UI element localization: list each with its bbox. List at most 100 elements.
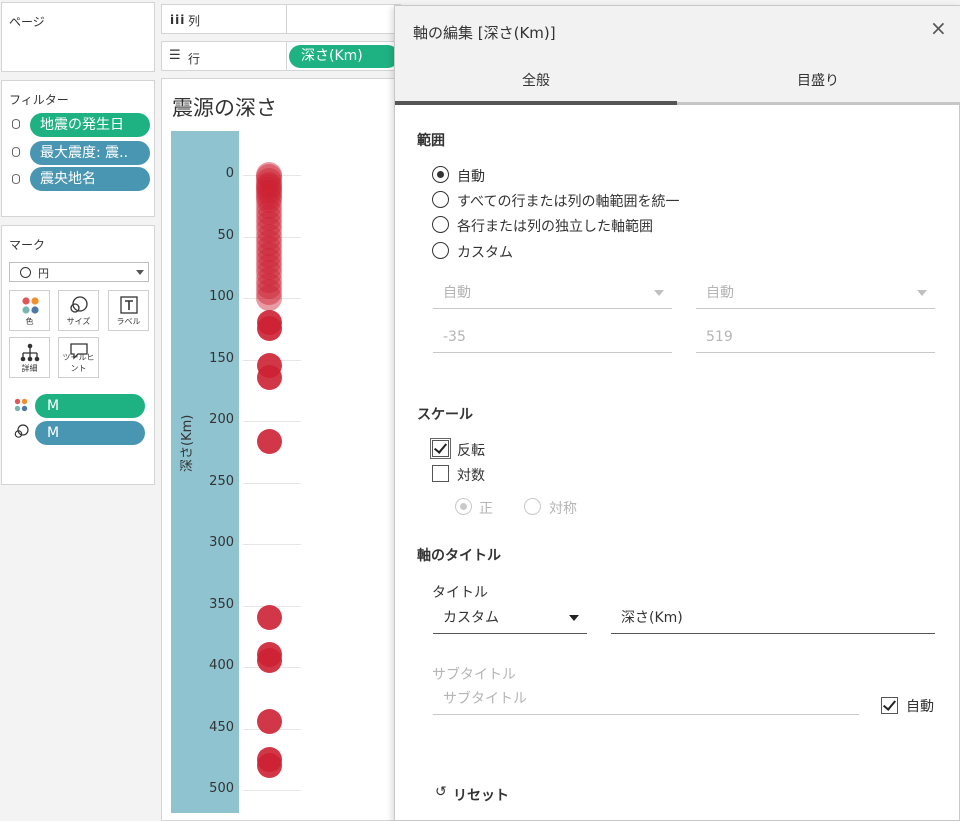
rows-field-pill[interactable]: 深さ(Km)	[289, 45, 399, 68]
text-label-icon	[120, 296, 138, 314]
data-point[interactable]	[256, 752, 282, 778]
range-independent-radio[interactable]	[432, 216, 449, 233]
range-auto-label: 自動	[457, 169, 485, 185]
filter-field-icon	[12, 119, 20, 129]
y-tick-label: 350	[209, 596, 234, 612]
edit-axis-dialog: 軸の編集 [深さ(Km)] × 全般 目盛り 範囲 自動 すべての行または列の軸…	[394, 5, 960, 821]
reset-button[interactable]: ↺ リセット	[435, 784, 515, 806]
range-auto-radio[interactable]	[432, 166, 449, 183]
size-encoding-icon	[14, 424, 29, 438]
range-max-value: 519	[706, 329, 733, 345]
mark-type-dropdown[interactable]: 円	[9, 262, 149, 282]
subtitle-auto-checkbox[interactable]	[881, 697, 898, 714]
chevron-down-icon	[569, 615, 579, 621]
y-tick-label: 150	[209, 350, 234, 366]
range-max-input[interactable]: 519	[696, 323, 935, 353]
filter-pill[interactable]: 最大震度: 震..	[30, 141, 150, 165]
data-point[interactable]	[256, 605, 282, 631]
reversed-label: 反転	[457, 443, 485, 459]
reversed-checkbox[interactable]	[432, 440, 449, 457]
filter-field-icon	[12, 147, 20, 157]
circle-icon	[20, 267, 31, 278]
size-field-pill[interactable]: M	[35, 421, 145, 445]
tab-ticks-indicator	[677, 102, 960, 105]
y-tick-label: 100	[209, 289, 234, 304]
tab-general-indicator	[395, 101, 677, 105]
color-button[interactable]: 色	[9, 290, 50, 331]
filter-field-icon	[12, 174, 20, 184]
y-gridline	[243, 544, 301, 545]
size-button-label: サイズ	[66, 317, 91, 326]
range-independent-label: 各行または列の独立した軸範囲	[457, 219, 653, 235]
title-input[interactable]: 深さ(Km)	[611, 604, 935, 634]
title-mode-value: カスタム	[443, 610, 499, 626]
tab-ticks[interactable]: 目盛り	[677, 70, 959, 90]
log-label: 対数	[457, 468, 485, 484]
range-uniform-radio[interactable]	[432, 191, 449, 208]
data-point[interactable]	[256, 285, 282, 311]
y-gridline	[243, 482, 301, 484]
detail-button[interactable]: 詳細	[9, 337, 50, 378]
rows-icon: ☰	[169, 48, 181, 63]
y-tick-label: 250	[209, 473, 234, 489]
data-point[interactable]	[256, 648, 282, 674]
subtitle-placeholder: サブタイトル	[443, 691, 527, 707]
y-tick-label: 0	[225, 166, 234, 181]
filter-pill[interactable]: 地震の発生日	[30, 113, 150, 137]
marks-title: マーク	[9, 238, 46, 252]
label-button[interactable]: ラベル	[108, 290, 149, 331]
range-custom-radio[interactable]	[432, 242, 449, 259]
chevron-down-icon	[654, 290, 664, 296]
tooltip-button[interactable]: ツールヒント	[58, 337, 99, 378]
y-tick-label: 300	[209, 535, 234, 550]
pages-title: ページ	[9, 15, 45, 29]
range-max-mode-select[interactable]: 自動	[696, 279, 935, 309]
range-min-mode-select[interactable]: 自動	[433, 279, 672, 309]
log-positive-radio[interactable]	[455, 498, 472, 515]
color-field-pill[interactable]: M	[35, 394, 145, 418]
y-tick-label: 450	[209, 719, 234, 735]
size-button[interactable]: サイズ	[58, 290, 99, 331]
dialog-title: 軸の編集 [深さ(Km)]	[413, 24, 556, 42]
columns-shelf[interactable]: iii 列	[161, 4, 401, 34]
detail-icon	[20, 343, 40, 362]
log-symmetric-label: 対称	[549, 501, 577, 517]
filter-pill[interactable]: 震央地名	[30, 167, 150, 191]
filters-title: フィルター	[9, 93, 69, 107]
title-mode-select[interactable]: カスタム	[433, 604, 587, 634]
tab-general[interactable]: 全般	[395, 70, 677, 90]
y-tick-label: 400	[209, 658, 234, 673]
range-min-value: -35	[443, 329, 466, 345]
mark-type-label: 円	[38, 267, 49, 280]
color-icon	[22, 297, 39, 314]
reset-icon: ↺	[435, 784, 447, 800]
chevron-down-icon	[136, 270, 144, 275]
log-checkbox[interactable]	[432, 465, 449, 482]
pages-card: ページ	[1, 2, 155, 72]
log-symmetric-radio[interactable]	[524, 498, 541, 515]
y-tick-label: 200	[209, 412, 234, 427]
subtitle-input[interactable]: サブタイトル	[433, 685, 859, 715]
axis-title-section-title: 軸のタイトル	[417, 548, 501, 564]
chevron-down-icon	[917, 290, 927, 296]
label-button-label: ラベル	[116, 317, 141, 326]
range-section-title: 範囲	[417, 133, 445, 149]
y-tick-label: 500	[209, 781, 234, 796]
color-encoding-icon	[14, 398, 28, 412]
data-point[interactable]	[256, 316, 282, 342]
color-button-label: 色	[25, 317, 34, 326]
data-point[interactable]	[256, 365, 282, 391]
y-gridline	[243, 421, 301, 422]
data-point[interactable]	[256, 429, 282, 455]
y-tick-label: 50	[217, 227, 234, 243]
columns-icon: iii	[170, 13, 186, 27]
range-min-input[interactable]: -35	[433, 323, 672, 353]
marks-card: マーク 円 色 サイズ ラベル 詳細 ツールヒント M M	[1, 225, 155, 485]
rows-label: 行	[188, 52, 201, 66]
columns-label: 列	[188, 14, 201, 28]
rows-shelf[interactable]: ☰ 行 深さ(Km)	[161, 41, 401, 71]
range-uniform-label: すべての行または列の軸範囲を統一	[457, 194, 680, 210]
data-point[interactable]	[256, 708, 282, 734]
chart-title: 震源の深さ	[172, 96, 277, 120]
close-icon[interactable]: ×	[930, 18, 947, 38]
